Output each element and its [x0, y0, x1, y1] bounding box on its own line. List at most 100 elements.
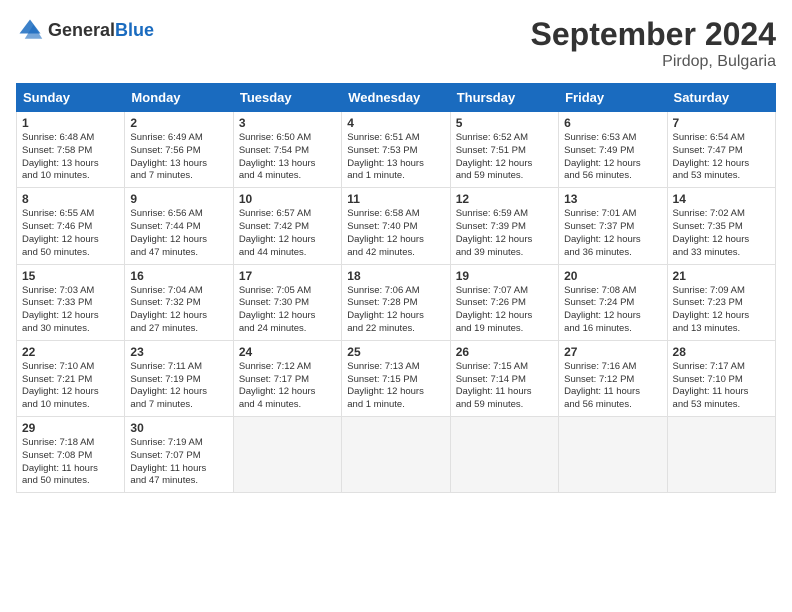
day-info-20: Sunrise: 7:08 AM Sunset: 7:24 PM Dayligh…	[564, 285, 661, 336]
day-cell-24: 24 Sunrise: 7:12 AM Sunset: 7:17 PM Dayli…	[233, 340, 341, 416]
day-info-13: Sunrise: 7:01 AM Sunset: 7:37 PM Dayligh…	[564, 208, 661, 259]
day-info-1: Sunrise: 6:48 AM Sunset: 7:58 PM Dayligh…	[22, 132, 119, 183]
day-info-27: Sunrise: 7:16 AM Sunset: 7:12 PM Dayligh…	[564, 361, 661, 412]
calendar-row-4: 22 Sunrise: 7:10 AM Sunset: 7:21 PM Dayli…	[17, 340, 776, 416]
day-number-10: 10	[239, 192, 336, 206]
calendar-header-row: Sunday Monday Tuesday Wednesday Thursday…	[17, 84, 776, 112]
calendar-row-2: 8 Sunrise: 6:55 AM Sunset: 7:46 PM Daylig…	[17, 188, 776, 264]
day-number-6: 6	[564, 116, 661, 130]
day-info-25: Sunrise: 7:13 AM Sunset: 7:15 PM Dayligh…	[347, 361, 444, 412]
day-cell-6: 6 Sunrise: 6:53 AM Sunset: 7:49 PM Daylig…	[559, 112, 667, 188]
day-number-4: 4	[347, 116, 444, 130]
day-cell-28: 28Sunrise: 7:17 AM Sunset: 7:10 PM Dayli…	[667, 340, 775, 416]
col-tuesday: Tuesday	[233, 84, 341, 112]
day-info-30: Sunrise: 7:19 AM Sunset: 7:07 PM Dayligh…	[130, 437, 227, 488]
day-number-19: 19	[456, 269, 553, 283]
empty-cell-row5-col4	[450, 417, 558, 493]
day-number-29: 29	[22, 421, 119, 435]
day-number-16: 16	[130, 269, 227, 283]
day-number-15: 15	[22, 269, 119, 283]
logo: GeneralBlue	[16, 16, 154, 44]
empty-cell-row5-col6	[667, 417, 775, 493]
day-number-26: 26	[456, 345, 553, 359]
col-sunday: Sunday	[17, 84, 125, 112]
day-number-24: 24	[239, 345, 336, 359]
calendar-row-1: 1 Sunrise: 6:48 AM Sunset: 7:58 PM Daylig…	[17, 112, 776, 188]
col-wednesday: Wednesday	[342, 84, 450, 112]
day-number-20: 20	[564, 269, 661, 283]
day-info-3: Sunrise: 6:50 AM Sunset: 7:54 PM Dayligh…	[239, 132, 336, 183]
day-info-24: Sunrise: 7:12 AM Sunset: 7:17 PM Dayligh…	[239, 361, 336, 412]
logo-text-general: General	[48, 20, 115, 40]
day-cell-19: 19Sunrise: 7:07 AM Sunset: 7:26 PM Dayli…	[450, 264, 558, 340]
day-cell-12: 12Sunrise: 6:59 AM Sunset: 7:39 PM Dayli…	[450, 188, 558, 264]
day-info-26: Sunrise: 7:15 AM Sunset: 7:14 PM Dayligh…	[456, 361, 553, 412]
day-number-13: 13	[564, 192, 661, 206]
logo-text-blue: Blue	[115, 20, 154, 40]
day-number-27: 27	[564, 345, 661, 359]
page-header: GeneralBlue September 2024 Pirdop, Bulga…	[16, 16, 776, 71]
col-friday: Friday	[559, 84, 667, 112]
day-info-18: Sunrise: 7:06 AM Sunset: 7:28 PM Dayligh…	[347, 285, 444, 336]
day-number-14: 14	[673, 192, 770, 206]
day-cell-29: 29 Sunrise: 7:18 AM Sunset: 7:08 PM Dayli…	[17, 417, 125, 493]
day-info-7: Sunrise: 6:54 AM Sunset: 7:47 PM Dayligh…	[673, 132, 770, 183]
day-info-2: Sunrise: 6:49 AM Sunset: 7:56 PM Dayligh…	[130, 132, 227, 183]
day-cell-13: 13 Sunrise: 7:01 AM Sunset: 7:37 PM Dayli…	[559, 188, 667, 264]
location: Pirdop, Bulgaria	[531, 53, 776, 71]
day-cell-30: 30 Sunrise: 7:19 AM Sunset: 7:07 PM Dayli…	[125, 417, 233, 493]
day-cell-7: 7 Sunrise: 6:54 AM Sunset: 7:47 PM Daylig…	[667, 112, 775, 188]
day-number-5: 5	[456, 116, 553, 130]
day-cell-9: 9 Sunrise: 6:56 AM Sunset: 7:44 PM Daylig…	[125, 188, 233, 264]
day-number-23: 23	[130, 345, 227, 359]
day-info-4: Sunrise: 6:51 AM Sunset: 7:53 PM Dayligh…	[347, 132, 444, 183]
day-number-7: 7	[673, 116, 770, 130]
day-cell-23: 23Sunrise: 7:11 AM Sunset: 7:19 PM Dayli…	[125, 340, 233, 416]
title-block: September 2024 Pirdop, Bulgaria	[531, 16, 776, 71]
day-number-3: 3	[239, 116, 336, 130]
day-number-17: 17	[239, 269, 336, 283]
empty-cell-row5-col3	[342, 417, 450, 493]
day-cell-25: 25 Sunrise: 7:13 AM Sunset: 7:15 PM Dayli…	[342, 340, 450, 416]
day-info-5: Sunrise: 6:52 AM Sunset: 7:51 PM Dayligh…	[456, 132, 553, 183]
day-cell-3: 3 Sunrise: 6:50 AM Sunset: 7:54 PM Daylig…	[233, 112, 341, 188]
day-cell-10: 10 Sunrise: 6:57 AM Sunset: 7:42 PM Dayli…	[233, 188, 341, 264]
day-cell-17: 17 Sunrise: 7:05 AM Sunset: 7:30 PM Dayli…	[233, 264, 341, 340]
day-info-14: Sunrise: 7:02 AM Sunset: 7:35 PM Dayligh…	[673, 208, 770, 259]
day-info-11: Sunrise: 6:58 AM Sunset: 7:40 PM Dayligh…	[347, 208, 444, 259]
day-cell-21: 21Sunrise: 7:09 AM Sunset: 7:23 PM Dayli…	[667, 264, 775, 340]
day-info-17: Sunrise: 7:05 AM Sunset: 7:30 PM Dayligh…	[239, 285, 336, 336]
day-cell-22: 22 Sunrise: 7:10 AM Sunset: 7:21 PM Dayli…	[17, 340, 125, 416]
day-info-15: Sunrise: 7:03 AM Sunset: 7:33 PM Dayligh…	[22, 285, 119, 336]
day-number-21: 21	[673, 269, 770, 283]
day-info-28: Sunrise: 7:17 AM Sunset: 7:10 PM Dayligh…	[673, 361, 770, 412]
day-cell-2: 2Sunrise: 6:49 AM Sunset: 7:56 PM Daylig…	[125, 112, 233, 188]
day-number-8: 8	[22, 192, 119, 206]
day-cell-4: 4 Sunrise: 6:51 AM Sunset: 7:53 PM Daylig…	[342, 112, 450, 188]
day-number-1: 1	[22, 116, 119, 130]
month-year: September 2024	[531, 16, 776, 53]
day-info-9: Sunrise: 6:56 AM Sunset: 7:44 PM Dayligh…	[130, 208, 227, 259]
calendar-row-3: 15 Sunrise: 7:03 AM Sunset: 7:33 PM Dayli…	[17, 264, 776, 340]
day-number-9: 9	[130, 192, 227, 206]
day-info-22: Sunrise: 7:10 AM Sunset: 7:21 PM Dayligh…	[22, 361, 119, 412]
day-number-22: 22	[22, 345, 119, 359]
day-number-12: 12	[456, 192, 553, 206]
day-info-29: Sunrise: 7:18 AM Sunset: 7:08 PM Dayligh…	[22, 437, 119, 488]
day-info-10: Sunrise: 6:57 AM Sunset: 7:42 PM Dayligh…	[239, 208, 336, 259]
day-info-8: Sunrise: 6:55 AM Sunset: 7:46 PM Dayligh…	[22, 208, 119, 259]
day-number-30: 30	[130, 421, 227, 435]
empty-cell-row5-col5	[559, 417, 667, 493]
day-cell-1: 1 Sunrise: 6:48 AM Sunset: 7:58 PM Daylig…	[17, 112, 125, 188]
day-cell-16: 16 Sunrise: 7:04 AM Sunset: 7:32 PM Dayli…	[125, 264, 233, 340]
day-info-6: Sunrise: 6:53 AM Sunset: 7:49 PM Dayligh…	[564, 132, 661, 183]
day-cell-11: 11Sunrise: 6:58 AM Sunset: 7:40 PM Dayli…	[342, 188, 450, 264]
day-cell-20: 20 Sunrise: 7:08 AM Sunset: 7:24 PM Dayli…	[559, 264, 667, 340]
empty-cell-row5-col2	[233, 417, 341, 493]
calendar-table: Sunday Monday Tuesday Wednesday Thursday…	[16, 83, 776, 493]
day-cell-26: 26 Sunrise: 7:15 AM Sunset: 7:14 PM Dayli…	[450, 340, 558, 416]
day-cell-15: 15 Sunrise: 7:03 AM Sunset: 7:33 PM Dayli…	[17, 264, 125, 340]
day-cell-14: 14 Sunrise: 7:02 AM Sunset: 7:35 PM Dayli…	[667, 188, 775, 264]
day-number-25: 25	[347, 345, 444, 359]
day-info-16: Sunrise: 7:04 AM Sunset: 7:32 PM Dayligh…	[130, 285, 227, 336]
